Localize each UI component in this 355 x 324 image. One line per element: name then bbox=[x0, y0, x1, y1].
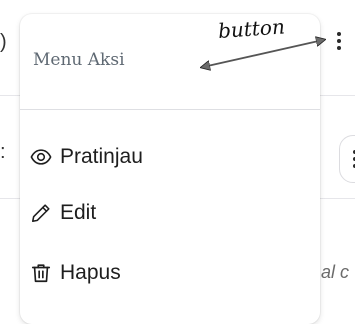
menu-divider bbox=[20, 109, 320, 110]
kebab-menu-button[interactable] bbox=[331, 26, 347, 56]
trash-icon bbox=[30, 262, 52, 284]
pencil-icon bbox=[30, 202, 52, 224]
menu-item-edit[interactable]: Edit bbox=[30, 195, 300, 231]
partial-left-glyph: : bbox=[0, 141, 6, 163]
partial-row-text: al c bbox=[321, 262, 350, 282]
partial-left-glyph: ) bbox=[0, 31, 7, 53]
menu-item-label: Edit bbox=[60, 201, 97, 224]
annotation-label: button bbox=[217, 14, 286, 43]
menu-item-label: Pratinjau bbox=[60, 145, 143, 168]
menu-item-delete[interactable]: Hapus bbox=[30, 255, 300, 291]
menu-item-label: Hapus bbox=[60, 261, 121, 284]
menu-header: Menu Aksi bbox=[33, 50, 125, 70]
menu-item-preview[interactable]: Pratinjau bbox=[30, 139, 300, 175]
eye-icon bbox=[30, 146, 52, 168]
row-kebab-menu-button[interactable] bbox=[339, 135, 355, 183]
